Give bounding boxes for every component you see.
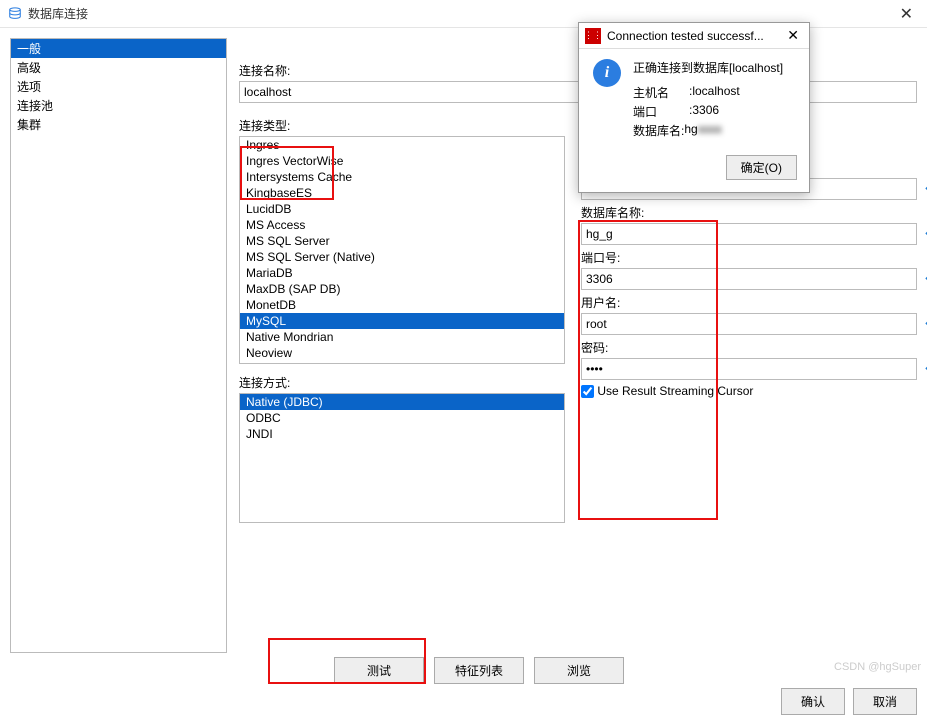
sidebar-item-label: 集群 — [17, 118, 41, 132]
access-label: 连接方式: — [239, 374, 565, 391]
port-label: 端口号: — [581, 249, 917, 266]
close-icon[interactable]: ✕ — [783, 27, 803, 44]
dialog-db-label: 数据库名: — [633, 122, 684, 139]
conn-type-item[interactable]: MonetDB — [240, 297, 564, 313]
conn-type-item[interactable]: MS SQL Server — [240, 233, 564, 249]
conn-type-item[interactable]: Neoview — [240, 345, 564, 361]
cursor-checkbox[interactable] — [581, 385, 594, 398]
sidebar: 一般 高级 选项 连接池 集群 — [10, 38, 227, 653]
blurred-text: xxxx — [698, 122, 722, 139]
conn-type-item[interactable]: Ingres — [240, 137, 564, 153]
window-title: 数据库连接 — [28, 5, 894, 22]
dialog-host-value: localhost — [692, 84, 739, 101]
watermark: CSDN @hgSuper — [834, 661, 921, 673]
conn-type-item[interactable]: LucidDB — [240, 201, 564, 217]
sidebar-item-label: 一般 — [17, 42, 41, 56]
test-button[interactable]: 测试 — [334, 657, 424, 684]
footer-buttons: 确认 取消 — [781, 688, 917, 715]
conn-type-item[interactable]: MS SQL Server (Native) — [240, 249, 564, 265]
dialog-host-label: 主机名 — [633, 84, 689, 101]
database-icon — [8, 7, 22, 21]
conn-type-item[interactable]: KingbaseES — [240, 185, 564, 201]
dialog-db-value: hg — [684, 122, 697, 139]
sidebar-item-options[interactable]: 选项 — [11, 77, 226, 96]
pass-input[interactable] — [581, 358, 917, 380]
dialog-text: 正确连接到数据库[localhost] 主机名 : localhost 端口 :… — [633, 59, 799, 141]
conn-type-item[interactable]: MariaDB — [240, 265, 564, 281]
test-result-dialog: ⋮⋮ Connection tested successf... ✕ i 正确连… — [578, 22, 810, 193]
user-label: 用户名: — [581, 294, 917, 311]
pass-label: 密码: — [581, 339, 917, 356]
access-item[interactable]: Native (JDBC) — [240, 394, 564, 410]
conn-type-list[interactable]: IngresIngres VectorWiseIntersystems Cach… — [239, 136, 565, 364]
ok-button[interactable]: 确认 — [781, 688, 845, 715]
cursor-label: Use Result Streaming Cursor — [597, 384, 753, 398]
conn-type-item[interactable]: MS Access — [240, 217, 564, 233]
app-icon: ⋮⋮ — [585, 28, 601, 44]
db-label: 数据库名称: — [581, 204, 917, 221]
port-input[interactable] — [581, 268, 917, 290]
dialog-port-value: 3306 — [692, 103, 719, 120]
access-item[interactable]: JNDI — [240, 426, 564, 442]
sidebar-item-label: 高级 — [17, 61, 41, 75]
sidebar-item-advanced[interactable]: 高级 — [11, 58, 226, 77]
close-icon[interactable]: ✕ — [894, 4, 919, 24]
sidebar-item-pool[interactable]: 连接池 — [11, 96, 226, 115]
center-button-row: 测试 特征列表 浏览 — [334, 657, 624, 684]
access-item[interactable]: ODBC — [240, 410, 564, 426]
conn-type-item[interactable]: MaxDB (SAP DB) — [240, 281, 564, 297]
conn-type-item[interactable]: Ingres VectorWise — [240, 153, 564, 169]
user-input[interactable] — [581, 313, 917, 335]
dialog-body: i 正确连接到数据库[localhost] 主机名 : localhost 端口… — [579, 49, 809, 147]
sidebar-item-general[interactable]: 一般 — [11, 39, 226, 58]
browse-button[interactable]: 浏览 — [534, 657, 624, 684]
sidebar-item-label: 连接池 — [17, 99, 53, 113]
dialog-message: 正确连接到数据库[localhost] — [633, 59, 799, 76]
sidebar-item-cluster[interactable]: 集群 — [11, 115, 226, 134]
dialog-title: Connection tested successf... — [607, 29, 783, 43]
db-input[interactable] — [581, 223, 917, 245]
cursor-checkbox-row: Use Result Streaming Cursor — [581, 384, 917, 398]
dialog-port-label: 端口 — [633, 103, 689, 120]
features-button[interactable]: 特征列表 — [434, 657, 524, 684]
dialog-ok-button[interactable]: 确定(O) — [726, 155, 797, 180]
access-list[interactable]: Native (JDBC)ODBCJNDI — [239, 393, 565, 523]
conn-type-item[interactable]: MySQL — [240, 313, 564, 329]
conn-type-item[interactable]: Intersystems Cache — [240, 169, 564, 185]
content-panel: 连接名称: 连接类型: IngresIngres VectorWiseInter… — [227, 38, 917, 653]
info-icon: i — [593, 59, 621, 87]
cancel-button[interactable]: 取消 — [853, 688, 917, 715]
dialog-footer: 确定(O) — [579, 147, 809, 192]
conn-type-item[interactable]: Native Mondrian — [240, 329, 564, 345]
sidebar-item-label: 选项 — [17, 80, 41, 94]
dialog-titlebar: ⋮⋮ Connection tested successf... ✕ — [579, 23, 809, 49]
